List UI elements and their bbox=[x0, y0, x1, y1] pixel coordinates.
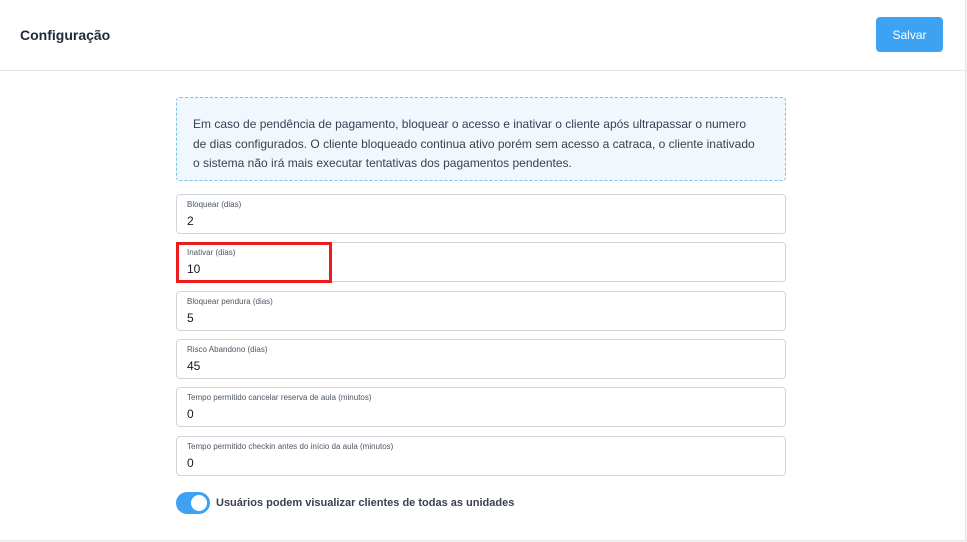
save-button[interactable]: Salvar bbox=[876, 17, 943, 52]
abandon-risk-days-label: Risco Abandono (dias) bbox=[187, 345, 268, 354]
checkin-before-class-minutes-input[interactable] bbox=[187, 456, 767, 470]
inactivate-days-input[interactable] bbox=[187, 262, 767, 276]
block-days-field[interactable]: Bloquear (dias) bbox=[176, 194, 786, 234]
block-hanging-days-input[interactable] bbox=[187, 311, 767, 325]
cancel-reservation-minutes-field[interactable]: Tempo permitido cancelar reserva de aula… bbox=[176, 387, 786, 427]
cancel-reservation-minutes-label: Tempo permitido cancelar reserva de aula… bbox=[187, 393, 372, 402]
abandon-risk-days-input[interactable] bbox=[187, 359, 767, 373]
checkin-before-class-minutes-label: Tempo permitido checkin antes do início … bbox=[187, 442, 394, 451]
checkin-before-class-minutes-field[interactable]: Tempo permitido checkin antes do início … bbox=[176, 436, 786, 476]
view-all-units-label: Usuários podem visualizar clientes de to… bbox=[216, 497, 515, 509]
view-all-units-toggle[interactable] bbox=[176, 492, 210, 514]
page-header: Configuração Salvar bbox=[0, 0, 966, 71]
inactivate-days-label: Inativar (dias) bbox=[187, 248, 236, 257]
block-hanging-days-field[interactable]: Bloquear pendura (dias) bbox=[176, 291, 786, 331]
toggle-knob bbox=[191, 495, 207, 511]
abandon-risk-days-field[interactable]: Risco Abandono (dias) bbox=[176, 339, 786, 379]
info-notice: Em caso de pendência de pagamento, bloqu… bbox=[176, 97, 786, 181]
settings-panel: Configuração Salvar Em caso de pendência… bbox=[0, 0, 966, 541]
page-title: Configuração bbox=[20, 27, 111, 43]
block-days-input[interactable] bbox=[187, 214, 767, 228]
block-hanging-days-label: Bloquear pendura (dias) bbox=[187, 297, 273, 306]
cancel-reservation-minutes-input[interactable] bbox=[187, 407, 767, 421]
block-days-label: Bloquear (dias) bbox=[187, 200, 242, 209]
inactivate-days-field[interactable]: Inativar (dias) bbox=[176, 242, 786, 282]
